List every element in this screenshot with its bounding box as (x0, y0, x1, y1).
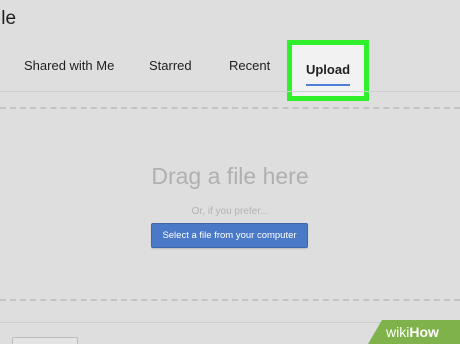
tab-shared-with-me[interactable]: Shared with Me (24, 40, 114, 92)
active-tab-indicator (306, 84, 350, 86)
drop-zone-hint: Or, if you prefer... (191, 206, 269, 217)
watermark-wiki: wiki (386, 324, 410, 340)
footer-button[interactable] (12, 337, 78, 344)
tab-bar: Shared with Me Starred Recent Upload (0, 40, 460, 101)
file-drop-zone[interactable] (0, 107, 460, 301)
watermark-how: How (409, 324, 439, 340)
tab-recent[interactable]: Recent (229, 40, 270, 92)
wikihow-watermark: wikiHow (368, 320, 460, 344)
tab-upload-label: Upload (305, 62, 351, 77)
dialog-title: ile (0, 8, 17, 29)
drop-zone-heading: Drag a file here (151, 163, 309, 189)
tabs-divider (0, 91, 460, 92)
select-file-button[interactable]: Select a file from your computer (151, 223, 308, 248)
tab-starred[interactable]: Starred (149, 40, 192, 92)
